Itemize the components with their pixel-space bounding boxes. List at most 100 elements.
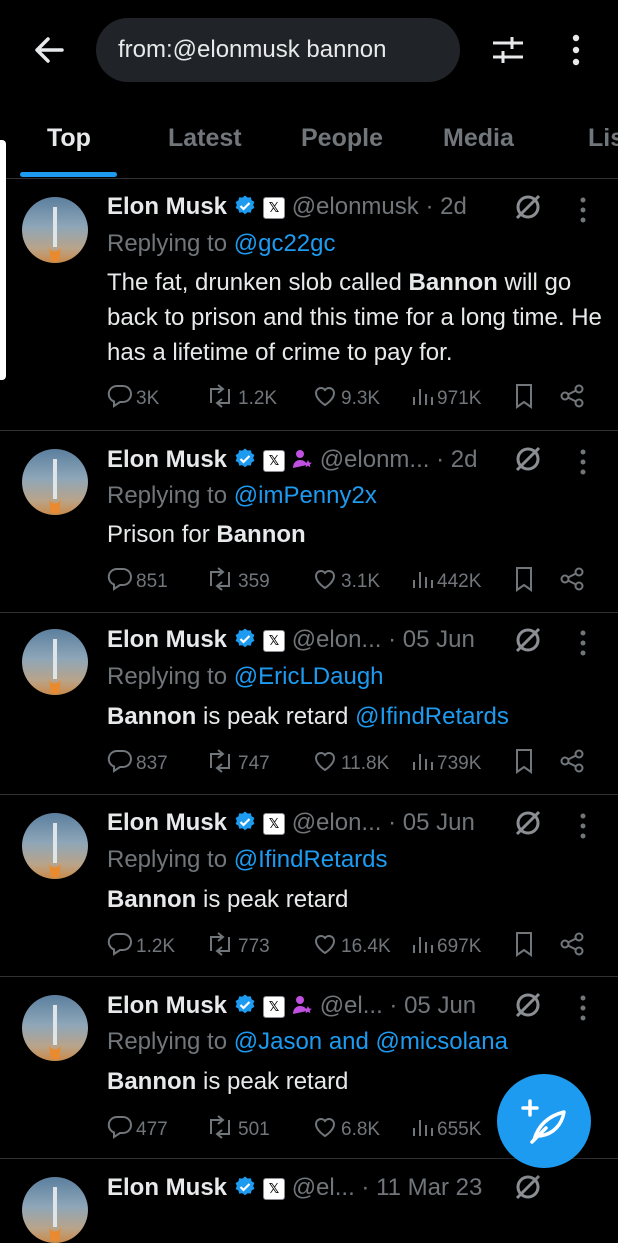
avatar[interactable]: [22, 449, 88, 515]
verified-badge-icon: [233, 446, 257, 482]
repost-button[interactable]: 1.2K: [205, 383, 277, 413]
views-count: 442K: [437, 571, 482, 592]
views-button[interactable]: 697K: [410, 931, 481, 961]
verified-badge-icon: [233, 1174, 257, 1210]
tweet[interactable]: Elon Musk 𝕏 @elonm... · 2d Replying to @i…: [0, 431, 618, 613]
author-handle: @el...: [291, 1174, 355, 1201]
bookmark-icon[interactable]: [513, 383, 538, 413]
tweet-header: Elon Musk 𝕏 @elonm... · 2d: [107, 442, 547, 478]
grok-icon[interactable]: [513, 625, 543, 655]
share-icon[interactable]: [559, 931, 588, 961]
replying-to-link[interactable]: @IfindRetards: [234, 846, 388, 873]
like-button[interactable]: 16.4K: [312, 931, 391, 961]
bookmark-icon[interactable]: [513, 748, 538, 778]
grok-icon[interactable]: [513, 192, 543, 222]
tweet-more-icon[interactable]: [577, 195, 589, 225]
share-icon[interactable]: [559, 748, 588, 778]
repost-count: 747: [238, 753, 270, 774]
author-handle: @elon...: [291, 809, 382, 836]
tweet[interactable]: Elon Musk 𝕏 @elonmusk · 2d Replying to @g…: [0, 179, 618, 431]
tweet-text: The fat, drunken slob called Bannon will…: [107, 269, 602, 366]
tweet-header: Elon Musk 𝕏 @elonmusk · 2d: [107, 189, 547, 225]
repost-button[interactable]: 501: [205, 1114, 270, 1144]
like-button[interactable]: 6.8K: [312, 1114, 380, 1144]
tab-lists[interactable]: Lis: [588, 124, 618, 153]
tweet-date[interactable]: 05 Jun: [403, 626, 475, 653]
reply-button[interactable]: 477: [107, 1114, 168, 1144]
tab-media[interactable]: Media: [443, 124, 514, 153]
grok-icon[interactable]: [513, 444, 543, 474]
views-button[interactable]: 739K: [410, 748, 481, 778]
author-name[interactable]: Elon Musk: [107, 992, 227, 1019]
replying-to-link[interactable]: @Jason and @micsolana: [234, 1028, 508, 1055]
author-name[interactable]: Elon Musk: [107, 626, 227, 653]
share-icon[interactable]: [559, 566, 588, 596]
more-options-icon[interactable]: [562, 30, 590, 70]
repost-button[interactable]: 747: [205, 748, 270, 778]
tweet-date[interactable]: 2d: [440, 193, 467, 220]
like-count: 3.1K: [341, 571, 381, 592]
bookmark-icon[interactable]: [513, 931, 538, 961]
grok-icon[interactable]: [513, 990, 543, 1020]
share-icon[interactable]: [559, 383, 588, 413]
tweet-date[interactable]: 05 Jun: [404, 992, 476, 1019]
like-count: 6.8K: [341, 1119, 381, 1140]
replying-to-link[interactable]: @gc22gc: [234, 230, 336, 257]
tweet-more-icon[interactable]: [577, 447, 589, 477]
reply-button[interactable]: 837: [107, 748, 168, 778]
views-button[interactable]: 655K: [410, 1114, 481, 1144]
tweet[interactable]: Elon Musk 𝕏 @elon... · 05 Jun Replying to…: [0, 613, 618, 795]
purple-person-badge-icon: [291, 991, 313, 1027]
search-input[interactable]: from:@elonmusk bannon: [96, 18, 460, 82]
verified-badge-icon: [233, 809, 257, 845]
author-name[interactable]: Elon Musk: [107, 809, 227, 836]
tab-top[interactable]: Top: [47, 124, 91, 153]
bookmark-icon[interactable]: [513, 566, 538, 596]
back-arrow-icon[interactable]: [30, 30, 70, 70]
tweet-text: Bannon is peak retard @IfindRetards: [107, 703, 509, 730]
grok-icon[interactable]: [513, 808, 543, 838]
feather-plus-icon: [521, 1099, 566, 1144]
tweet-more-icon[interactable]: [577, 811, 589, 841]
reply-button[interactable]: 3K: [107, 383, 159, 413]
avatar[interactable]: [22, 629, 88, 695]
author-handle: @elon...: [291, 626, 382, 653]
views-button[interactable]: 971K: [410, 383, 481, 413]
avatar[interactable]: [22, 995, 88, 1061]
purple-person-badge-icon: [291, 445, 313, 481]
repost-count: 773: [238, 936, 270, 957]
reply-button[interactable]: 851: [107, 566, 168, 596]
x-affiliate-badge-icon: 𝕏: [263, 630, 286, 652]
avatar[interactable]: [22, 813, 88, 879]
like-button[interactable]: 9.3K: [312, 383, 380, 413]
tweet-date[interactable]: 2d: [451, 446, 478, 473]
views-count: 739K: [437, 753, 482, 774]
avatar[interactable]: [22, 1177, 88, 1243]
tweet-more-icon[interactable]: [577, 993, 589, 1023]
author-name[interactable]: Elon Musk: [107, 446, 227, 473]
tab-people[interactable]: People: [301, 124, 383, 153]
search-filter-icon[interactable]: [490, 30, 526, 70]
compose-post-button[interactable]: [497, 1074, 591, 1168]
tweet-more-icon[interactable]: [577, 628, 589, 658]
x-affiliate-badge-icon: 𝕏: [263, 197, 286, 219]
replying-to-link[interactable]: @EricLDaugh: [234, 663, 384, 690]
tab-latest[interactable]: Latest: [168, 124, 242, 153]
views-button[interactable]: 442K: [410, 566, 481, 596]
like-button[interactable]: 3.1K: [312, 566, 380, 596]
avatar[interactable]: [22, 197, 88, 263]
author-name[interactable]: Elon Musk: [107, 193, 227, 220]
repost-button[interactable]: 773: [205, 931, 270, 961]
tweet-date[interactable]: 05 Jun: [403, 809, 475, 836]
grok-icon[interactable]: [513, 1172, 543, 1202]
tweet[interactable]: Elon Musk 𝕏 @elon... · 05 Jun Replying to…: [0, 795, 618, 977]
author-name[interactable]: Elon Musk: [107, 1174, 227, 1201]
replying-to-link[interactable]: @imPenny2x: [234, 482, 377, 509]
reply-button[interactable]: 1.2K: [107, 931, 175, 961]
like-button[interactable]: 11.8K: [312, 748, 389, 778]
repost-button[interactable]: 359: [205, 566, 270, 596]
replying-to: Replying to @imPenny2x: [107, 482, 377, 509]
tweet-date[interactable]: 11 Mar 23: [376, 1174, 482, 1201]
tweet-actions: 3K 1.2K 9.3K 971K: [107, 383, 597, 413]
mention-link[interactable]: @IfindRetards: [355, 703, 509, 730]
